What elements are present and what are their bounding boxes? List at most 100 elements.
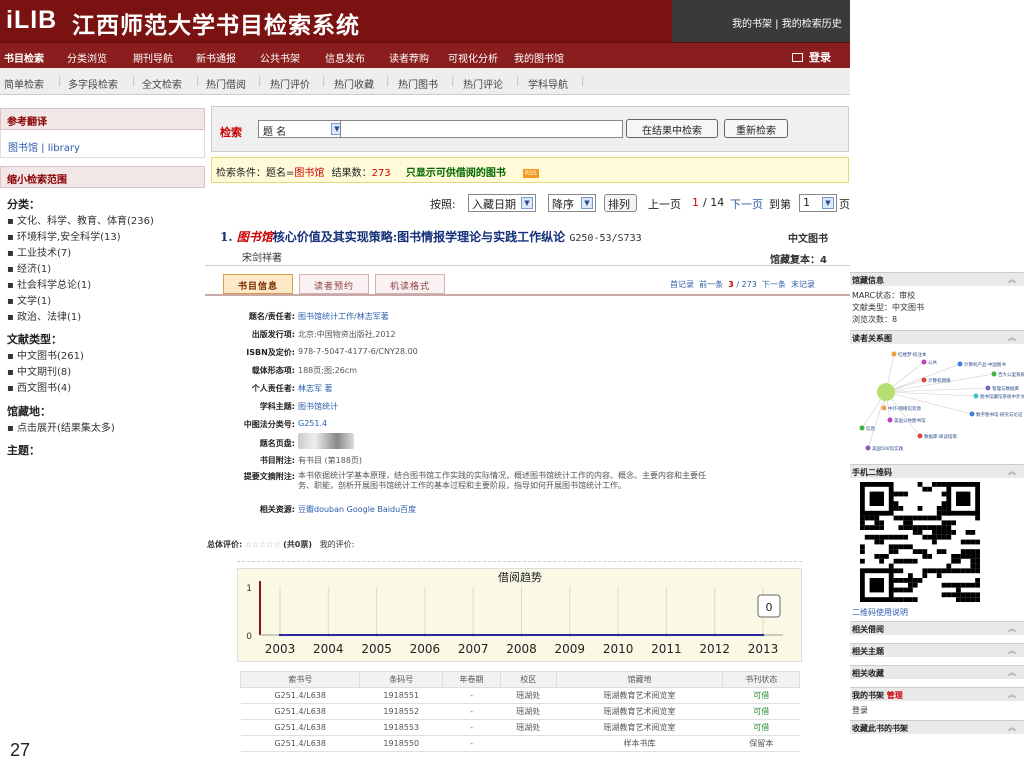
graph-node-label[interactable]: 数据库·阅读指南	[924, 433, 957, 440]
my-shelf-manage-link[interactable]: 管理	[887, 691, 903, 700]
shelves-with-book-header[interactable]: 收藏此书的书架 ︽	[850, 720, 1024, 734]
graph-node[interactable]	[921, 377, 927, 383]
graph-node-label[interactable]: 红楼梦·校注本	[898, 351, 927, 358]
holdings-info-header[interactable]: 馆藏信息 ︽	[850, 272, 1024, 286]
graph-node[interactable]	[973, 393, 979, 399]
header-user-links[interactable]: 我的书架 | 我的检索历史	[672, 0, 850, 42]
field-value[interactable]: 林志军 著	[298, 383, 333, 394]
graph-node-label[interactable]: 公共	[928, 359, 937, 366]
my-shelf-header[interactable]: 我的书架 管理 ︽	[850, 687, 1024, 701]
graph-node-label[interactable]: 计算机产品·中国图书	[964, 361, 1006, 368]
facet-class-item[interactable]: ▪ 环境科学,安全科学(13)	[7, 228, 121, 243]
facet-class-item[interactable]: ▪ 文化、科学、教育、体育(236)	[7, 212, 154, 227]
search-input[interactable]	[340, 120, 623, 138]
graph-node[interactable]	[957, 361, 963, 367]
nav-item-news[interactable]: 信息发布	[325, 50, 365, 65]
graph-node-label[interactable]: 计算机网络	[928, 377, 951, 384]
subnav-hot-books[interactable]: 热门图书	[398, 76, 438, 91]
subnav-subject-nav[interactable]: 学科导航	[528, 76, 568, 91]
graph-node[interactable]	[859, 425, 865, 431]
nav-item-recommend[interactable]: 读者荐购	[389, 50, 429, 65]
subnav-hot-collect[interactable]: 热门收藏	[334, 76, 374, 91]
graph-node[interactable]	[881, 405, 887, 411]
graph-center-node[interactable]	[877, 383, 895, 401]
field-value-abstract: 本书依据统计学基本原理，结合图书馆工作实践的实际情况，概述图书馆统计工作的内容、…	[298, 471, 706, 490]
next-page-link[interactable]: 下一页	[730, 196, 763, 212]
ref-translation-link[interactable]: 图书馆 | library	[8, 139, 80, 154]
shelf-login-link[interactable]: 登录	[852, 705, 868, 716]
facet-doctype-item[interactable]: ▪ 中文期刊(8)	[7, 363, 71, 378]
rss-icon[interactable]: RSS	[523, 169, 539, 178]
nav-item-journals[interactable]: 期刊导航	[133, 50, 173, 65]
field-value[interactable]: 图书馆统计	[298, 401, 338, 412]
cover-thumbnail[interactable]	[298, 433, 354, 449]
nav-item-new-books[interactable]: 新书通报	[196, 50, 236, 65]
graph-node[interactable]	[921, 359, 927, 365]
sort-order-select[interactable]: 降序 ▼	[548, 194, 596, 212]
search-field-select[interactable]: 题 名 ▼	[258, 120, 346, 138]
prev-record-link[interactable]: 前一条	[699, 280, 723, 289]
graph-node-label[interactable]: 管理与数据库	[992, 385, 1019, 392]
login-link[interactable]: 登录	[792, 49, 831, 65]
facet-class-item[interactable]: ▪ 政治、法律(1)	[7, 308, 81, 323]
graph-node[interactable]	[917, 433, 923, 439]
graph-node[interactable]	[865, 445, 871, 451]
graph-node-label[interactable]: 中外·网络馆资源	[888, 405, 921, 412]
subnav-multi-field[interactable]: 多字段检索	[68, 76, 118, 91]
facet-class-item[interactable]: ▪ 经济(1)	[7, 260, 51, 275]
tab-marc[interactable]: 机读格式	[375, 274, 445, 294]
graph-node[interactable]	[985, 385, 991, 391]
nav-item-visual-analysis[interactable]: 可视化分析	[448, 50, 498, 65]
goto-page-select[interactable]: 1 ▼	[799, 194, 837, 212]
graph-node-label[interactable]: 百大公里系统	[998, 371, 1024, 378]
rating-stars[interactable]: ☆☆☆☆☆	[245, 540, 281, 549]
graph-node-label[interactable]: 美国500馆实践	[872, 445, 904, 452]
tab-bibliographic[interactable]: 书目信息	[223, 274, 293, 294]
sort-button[interactable]: 排列	[604, 194, 637, 212]
nav-item-my-library[interactable]: 我的图书馆	[514, 50, 564, 65]
field-value[interactable]: G251.4	[298, 419, 327, 428]
subnav-fulltext[interactable]: 全文检索	[142, 76, 182, 91]
new-search-button[interactable]: 重新检索	[724, 119, 788, 138]
available-only-link[interactable]: 只显示可供借阅的图书	[406, 168, 506, 179]
first-record-link[interactable]: 首记录	[670, 280, 694, 289]
nav-item-browse[interactable]: 分类浏览	[67, 50, 107, 65]
subnav-hot-comments[interactable]: 热门评论	[463, 76, 503, 91]
subnav-simple-search[interactable]: 简单检索	[4, 76, 44, 91]
graph-node-label[interactable]: 信息	[866, 425, 875, 432]
related-resources-links[interactable]: 豆瓣douban Google Baidu百度	[298, 504, 416, 515]
qr-help-link[interactable]: 二维码使用说明	[852, 607, 908, 618]
subnav-hot-review[interactable]: 热门评价	[270, 76, 310, 91]
graph-node-label[interactable]: 美国公共图书馆	[894, 417, 926, 424]
related-borrow-header[interactable]: 相关借阅 ︽	[850, 621, 1024, 635]
facet-location-item[interactable]: ▪ 点击展开(结果集太多)	[7, 419, 115, 434]
sort-field-select[interactable]: 入藏日期 ▼	[468, 194, 536, 212]
subnav-hot-borrow[interactable]: 热门借阅	[206, 76, 246, 91]
graph-node[interactable]	[969, 411, 975, 417]
prev-page-link[interactable]: 上一页	[648, 196, 681, 212]
graph-node[interactable]	[991, 371, 997, 377]
result-title[interactable]: 1. 图书馆核心价值及其实现策略:图书情报学理论与实践工作纵论 G250-53/…	[220, 228, 642, 245]
ilib-logo[interactable]: iLIB	[6, 6, 57, 35]
graph-node-label[interactable]: 数字图书馆·研究与论证	[976, 411, 1023, 418]
last-record-link[interactable]: 末记录	[791, 280, 815, 289]
next-record-link[interactable]: 下一条	[762, 280, 786, 289]
field-value[interactable]: 图书馆统计工作/林志军著	[298, 311, 389, 322]
reader-relation-graph[interactable]: 红楼梦·校注本公共 计算机产品·中国图书百大公里系统计算机网络管理与数据库图书馆藏…	[850, 346, 1024, 458]
tab-reservation[interactable]: 读者预约	[299, 274, 369, 294]
facet-doctype-item[interactable]: ▪ 西文图书(4)	[7, 379, 71, 394]
search-within-button[interactable]: 在结果中检索	[626, 119, 718, 138]
graph-node[interactable]	[887, 417, 893, 423]
related-subject-header[interactable]: 相关主题 ︽	[850, 643, 1024, 657]
nav-item-catalog[interactable]: 书目检索	[4, 50, 44, 65]
graph-node[interactable]	[891, 351, 897, 357]
qr-code-header[interactable]: 手机二维码 ︽	[850, 464, 1024, 478]
related-collect-header[interactable]: 相关收藏 ︽	[850, 665, 1024, 679]
facet-class-item[interactable]: ▪ 工业技术(7)	[7, 244, 71, 259]
facet-doctype-item[interactable]: ▪ 中文图书(261)	[7, 347, 84, 362]
facet-class-item[interactable]: ▪ 文学(1)	[7, 292, 51, 307]
graph-node-label[interactable]: 图书馆藏馆系统中外文·情报小说	[980, 393, 1024, 400]
nav-item-public-shelf[interactable]: 公共书架	[260, 50, 300, 65]
facet-class-item[interactable]: ▪ 社会科学总论(1)	[7, 276, 91, 291]
reader-graph-header[interactable]: 读者关系图 ︽	[850, 330, 1024, 344]
